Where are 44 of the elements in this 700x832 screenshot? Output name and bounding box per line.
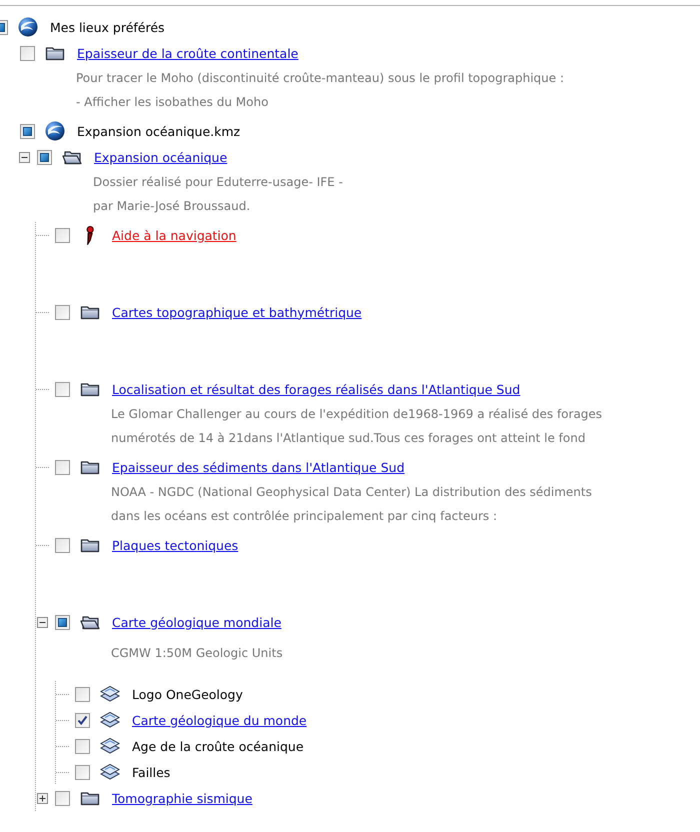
checkbox[interactable] bbox=[75, 686, 90, 702]
item-link[interactable]: Cartes topographique et bathymétrique bbox=[112, 304, 362, 320]
globe-icon bbox=[18, 17, 38, 37]
layers-icon bbox=[99, 710, 121, 730]
checkbox[interactable] bbox=[75, 738, 90, 754]
item-link[interactable]: Aide à la navigation bbox=[112, 228, 236, 242]
item-link[interactable]: Carte géologique mondiale bbox=[112, 614, 282, 630]
checkbox[interactable] bbox=[55, 790, 70, 806]
checkbox[interactable] bbox=[55, 382, 70, 396]
checkbox[interactable] bbox=[55, 538, 70, 552]
item-description: Pour tracer le Moho (discontinuité croûte-manteau) sous le profil topographique : - Afficher les isobathes du Moho bbox=[76, 70, 566, 111]
checkbox[interactable] bbox=[55, 460, 70, 474]
item-label: Expansion océanique.kmz bbox=[77, 124, 240, 138]
item-description: NOAA - NGDC (National Geophysical Data Center) La distribution des sédiments dans les océans est contrôlée principalement par cinq facteurs : bbox=[111, 484, 593, 525]
item-link[interactable]: Expansion océanique bbox=[94, 150, 228, 164]
checkbox[interactable] bbox=[20, 46, 35, 60]
item-description: CGMW 1:50M Geologic Units bbox=[111, 645, 284, 662]
item-link[interactable]: Plaques tectoniques bbox=[112, 538, 238, 552]
checkbox[interactable] bbox=[75, 712, 90, 728]
item-label: Failles bbox=[132, 764, 170, 780]
item-link[interactable]: Carte géologique du monde bbox=[132, 712, 307, 728]
item-description: Dossier réalisé pour Eduterre-usage- IFE - par Marie-José Broussaud. bbox=[93, 174, 344, 215]
checkbox[interactable] bbox=[55, 228, 70, 242]
checkbox[interactable] bbox=[37, 150, 52, 164]
item-link[interactable]: Epaisseur de la croûte continentale bbox=[77, 46, 298, 60]
pushpin-icon bbox=[86, 226, 94, 244]
item-label: Mes lieux préférés bbox=[50, 20, 165, 34]
item-link[interactable]: Localisation et résultat des forages réalisés dans l'Atlantique Sud bbox=[112, 382, 520, 396]
item-label: Age de la croûte océanique bbox=[132, 738, 304, 754]
globe-icon bbox=[45, 121, 65, 141]
checkbox[interactable] bbox=[55, 614, 70, 630]
expand-toggle[interactable] bbox=[19, 152, 30, 162]
expand-toggle[interactable] bbox=[37, 616, 48, 628]
layers-icon bbox=[99, 762, 121, 782]
checkbox[interactable] bbox=[55, 304, 70, 320]
layers-icon bbox=[99, 736, 121, 756]
item-description: Le Glomar Challenger au cours de l'expédition de1968-1969 a réalisé des forages numérotés de 14 à 21dans l'Atlantique sud.Tous ces forages ont atteint le fond bbox=[111, 406, 604, 447]
checkbox[interactable] bbox=[20, 124, 35, 138]
layers-icon bbox=[99, 684, 121, 704]
expand-toggle[interactable] bbox=[37, 792, 48, 804]
checkbox[interactable] bbox=[75, 764, 90, 780]
item-link[interactable]: Tomographie sismique bbox=[112, 790, 252, 806]
item-link[interactable]: Epaisseur des sédiments dans l'Atlantique Sud bbox=[112, 460, 404, 474]
item-label: Logo OneGeology bbox=[132, 686, 243, 702]
